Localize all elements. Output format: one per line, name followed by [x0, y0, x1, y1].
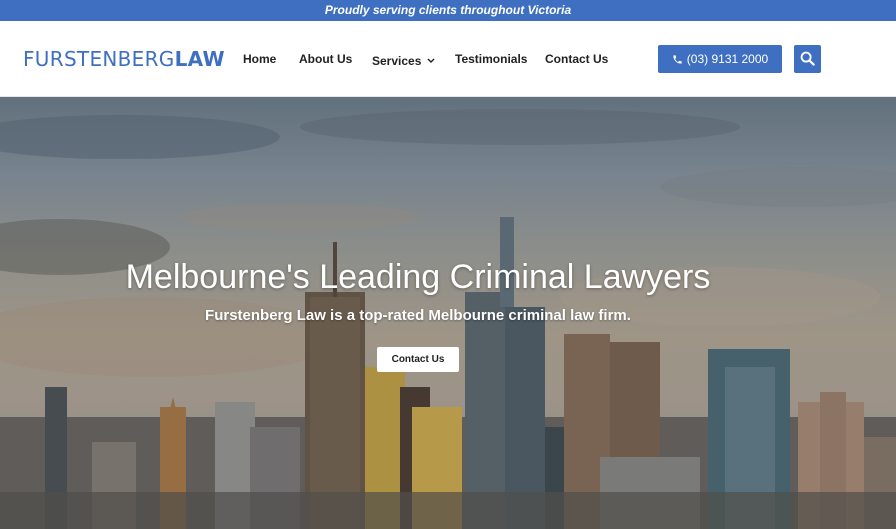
search-button[interactable]	[794, 45, 821, 73]
phone-number: (03) 9131 2000	[686, 52, 769, 66]
site-header: FURSTENBERGLAW Home About Us Services Te…	[0, 21, 896, 97]
nav-item-services-label: Services	[372, 54, 422, 68]
hero-title: Melbourne's Leading Criminal Lawyers	[125, 258, 711, 296]
hero-section: Melbourne's Leading Criminal Lawyers Fur…	[0, 97, 896, 529]
hero-subtitle: Furstenberg Law is a top-rated Melbourne…	[205, 307, 631, 324]
nav-item-services[interactable]: Services	[372, 51, 435, 69]
phone-icon	[672, 52, 687, 66]
nav-item-about-us[interactable]: About Us	[299, 51, 352, 67]
hero-contact-button[interactable]: Contact Us	[377, 347, 459, 372]
announcement-bar: Proudly serving clients throughout Victo…	[0, 0, 896, 21]
nav-item-contact-us[interactable]: Contact Us	[545, 51, 608, 67]
chevron-down-icon	[427, 51, 435, 67]
logo-text-law: LAW	[174, 47, 225, 71]
logo-text-name: FURSTENBERG	[23, 47, 175, 71]
site-logo[interactable]: FURSTENBERGLAW	[23, 48, 225, 70]
phone-button[interactable]: (03) 9131 2000	[658, 45, 782, 73]
nav-item-home[interactable]: Home	[243, 51, 276, 67]
announcement-text: Proudly serving clients throughout Victo…	[324, 3, 572, 17]
nav-item-testimonials[interactable]: Testimonials	[455, 51, 527, 67]
